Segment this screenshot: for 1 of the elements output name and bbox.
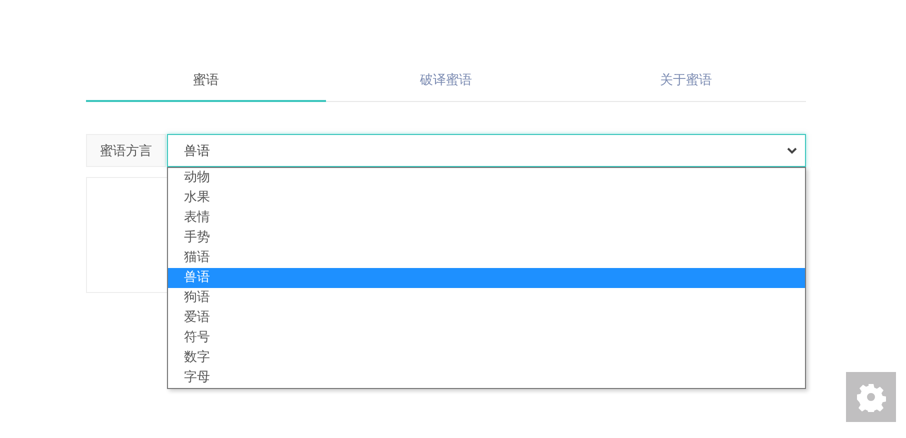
field-label: 蜜语方言 — [86, 134, 166, 167]
